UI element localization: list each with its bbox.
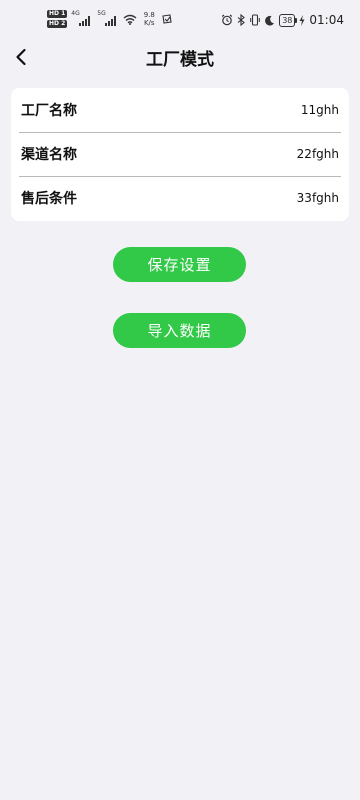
sim1-hd-badge: HD 1 xyxy=(47,10,68,18)
factory-name-value: 11ghh xyxy=(300,103,339,117)
after-sales-value: 33fghh xyxy=(296,191,339,205)
channel-name-label: 渠道名称 xyxy=(21,147,77,163)
charging-icon xyxy=(299,14,305,26)
info-row-channel-name[interactable]: 渠道名称 22fghh xyxy=(11,131,349,176)
signal-strength-icon xyxy=(79,16,91,26)
status-time: 01:04 xyxy=(309,13,344,27)
notification-icon xyxy=(162,14,172,24)
status-right: 38 01:04 xyxy=(221,13,344,27)
network-speed-value: 9.8 xyxy=(143,11,155,19)
bluetooth-icon xyxy=(237,14,246,26)
factory-name-label: 工厂名称 xyxy=(21,103,77,119)
sim-indicators: HD 1 HD 2 xyxy=(47,10,68,28)
app-header: 工厂模式 xyxy=(0,40,360,74)
status-bar: HD 1 HD 2 4G 5G 9.8 K/s 38 01:04 xyxy=(0,0,360,40)
import-data-button[interactable]: 导入数据 xyxy=(113,313,246,348)
signal-1: 4G xyxy=(71,11,93,27)
sim2-hd-badge: HD 2 xyxy=(47,20,68,28)
save-settings-button[interactable]: 保存设置 xyxy=(113,247,246,282)
wifi-icon xyxy=(123,14,137,25)
channel-name-value: 22fghh xyxy=(296,147,339,161)
network-speed-unit: K/s xyxy=(143,19,155,27)
after-sales-label: 售后条件 xyxy=(21,191,77,207)
status-left: HD 1 HD 2 4G 5G 9.8 K/s xyxy=(47,10,173,28)
page-title: 工厂模式 xyxy=(146,50,214,70)
moon-icon xyxy=(265,15,275,26)
vibrate-icon xyxy=(250,14,261,26)
battery-indicator: 38 xyxy=(279,13,298,27)
signal-strength-icon xyxy=(105,16,117,26)
signal-2: 5G xyxy=(97,11,119,27)
info-row-after-sales[interactable]: 售后条件 33fghh xyxy=(11,175,349,220)
alarm-icon xyxy=(222,14,233,26)
network-speed: 9.8 K/s xyxy=(141,11,157,27)
factory-info-card: 工厂名称 11ghh 渠道名称 22fghh 售后条件 33fghh xyxy=(11,88,349,221)
info-row-factory-name[interactable]: 工厂名称 11ghh xyxy=(11,88,349,132)
